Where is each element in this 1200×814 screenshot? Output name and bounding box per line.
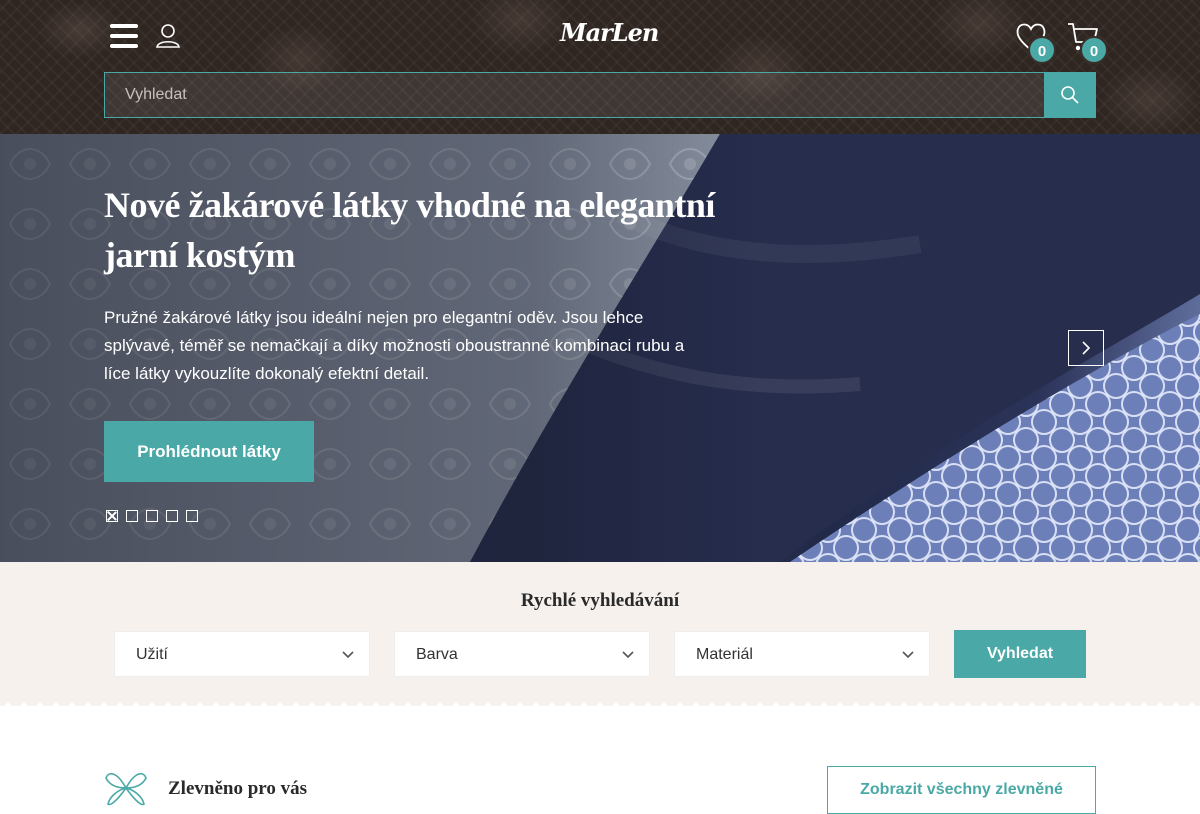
quick-search-button[interactable]: Vyhledat [954, 630, 1086, 678]
quick-search-title: Rychlé vyhledávání [520, 590, 680, 611]
slider-dot-5[interactable] [186, 510, 198, 522]
discounted-section-title: Zlevněno pro vás [168, 778, 308, 799]
slider-dots [106, 510, 198, 522]
material-select[interactable]: Materiál [674, 631, 930, 677]
color-select-label: Barva [416, 646, 458, 663]
slider-dot-1[interactable] [106, 510, 118, 522]
wishlist-count-badge: 0 [1028, 36, 1056, 64]
hero-description: Pružné žakárové látky jsou ideální nejen… [104, 308, 685, 383]
chevron-down-icon [342, 651, 354, 659]
usage-select-label: Užití [136, 646, 168, 663]
show-all-discounted-button[interactable]: Zobrazit všechny zlevněné [827, 766, 1096, 814]
slider-next-button[interactable] [1068, 330, 1104, 366]
usage-select[interactable]: Užití [114, 631, 370, 677]
slider-dot-2[interactable] [126, 510, 138, 522]
flower-icon [104, 768, 148, 808]
logo[interactable]: MarLen [560, 18, 659, 54]
color-select[interactable]: Barva [394, 631, 650, 677]
logo-text: MarLen [560, 18, 659, 47]
quick-search-section: Rychlé vyhledávání Užití Barva Materiál … [0, 562, 1200, 706]
search-input[interactable] [105, 73, 1046, 117]
menu-icon[interactable] [110, 24, 138, 48]
search-button[interactable] [1044, 72, 1095, 118]
site-header: MarLen 0 0 [0, 0, 1200, 134]
search-icon [1060, 86, 1079, 104]
material-select-label: Materiál [696, 646, 753, 663]
slider-dot-3[interactable] [146, 510, 158, 522]
slider-dot-4[interactable] [166, 510, 178, 522]
hero-slider: Nové žakárové látky vhodné na elegantní … [0, 134, 1200, 562]
search-bar [104, 72, 1096, 118]
hero-title: Nové žakárové látky vhodné na elegantní … [104, 185, 715, 275]
section-divider [0, 702, 1200, 710]
cart-count-badge: 0 [1080, 36, 1108, 64]
browse-fabrics-button[interactable]: Prohlédnout látky [104, 421, 314, 482]
user-icon[interactable] [154, 22, 182, 50]
chevron-down-icon [902, 651, 914, 659]
chevron-down-icon [622, 651, 634, 659]
chevron-right-icon [1082, 341, 1091, 355]
